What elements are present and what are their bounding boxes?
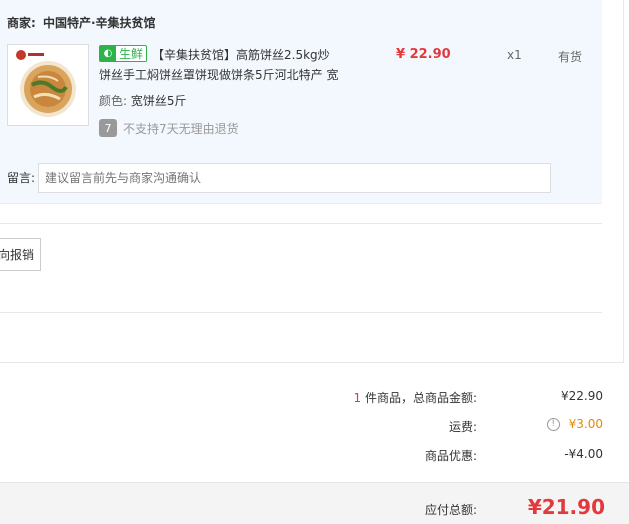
discount-value: -¥4.00 [564,447,603,461]
discount-label: 商品优惠: [424,449,477,463]
payable-total-label: 应付总额: [424,503,477,517]
item-count-label: 件商品，总商品金额: [364,391,477,405]
shipping-value: ¥3.00 [568,417,603,431]
spec-label: 颜色: [99,94,128,108]
goods-total-label: 1 件商品，总商品金额: [353,389,477,406]
payable-total-value: ¥21.90 [527,495,605,519]
product-quantity: x1 [507,48,522,62]
shop-label: 商家: [7,16,36,30]
info-icon[interactable]: ! [546,417,560,431]
remark-input[interactable] [38,163,551,193]
product-title-line2[interactable]: 饼丝手工焖饼丝罩饼现做饼条5斤河北特产 宽 [99,66,349,84]
stock-status: 有货 [558,50,583,64]
spec-value: 宽饼丝5斤 [130,94,187,108]
shipping-label: 运费: [448,420,477,434]
return-policy: 7 不支持7天无理由退货 [99,119,239,137]
panel-border [623,0,624,362]
product-thumbnail[interactable] [7,44,89,126]
divider [0,312,602,313]
shop-name[interactable]: 中国特产·辛集扶贫馆 [43,14,156,31]
product-spec: 颜色: 宽饼丝5斤 [99,92,187,109]
divider [0,362,624,363]
invoice-button-label: 向报销 [0,248,34,262]
goods-total-value: ¥22.90 [561,389,603,403]
remark-label: 留言: [7,171,36,185]
fresh-badge-label: 生鲜 [119,47,144,61]
fresh-badge-icon: ◐ [100,46,116,61]
shipping-fee: ! ¥3.00 [546,417,603,431]
item-count: 1 [353,391,362,405]
product-title-line1[interactable]: 【辛集扶贫馆】高筋饼丝2.5kg炒 [152,46,372,64]
return-policy-icon: 7 [99,119,117,137]
fresh-badge: ◐ 生鲜 [99,45,147,62]
product-price: ¥ 22.90 [396,47,451,62]
divider [0,223,602,224]
return-policy-text: 不支持7天无理由退货 [123,121,239,136]
invoice-button[interactable]: 向报销 [0,238,41,271]
